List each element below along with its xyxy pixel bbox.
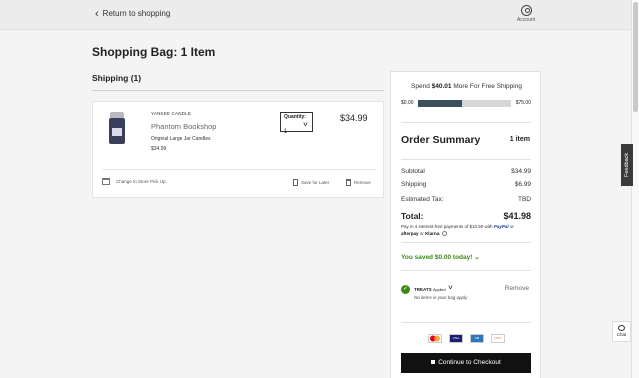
- order-summary-panel: Spend $40.01 More For Free Shipping $0.0…: [390, 71, 541, 378]
- chevron-down-icon: v: [303, 122, 308, 128]
- info-icon[interactable]: [441, 231, 447, 237]
- order-summary-title: Order Summary: [401, 134, 481, 146]
- chat-icon: [618, 325, 625, 331]
- divider: [401, 270, 531, 271]
- lock-icon: [431, 360, 436, 364]
- scrollbar-thumb[interactable]: [633, 2, 638, 112]
- account-icon: [520, 5, 532, 16]
- total-row: Total: $41.98: [401, 211, 531, 221]
- page-title: Shopping Bag: 1 Item: [92, 45, 216, 59]
- chat-button[interactable]: Chat: [612, 321, 631, 342]
- progress-min: $0.00: [401, 100, 414, 106]
- page-scrollbar[interactable]: [631, 0, 639, 378]
- divider: [401, 242, 531, 243]
- visa-icon: VISA: [449, 334, 463, 343]
- tax-row: Estimated Tax: TBD: [401, 196, 531, 203]
- divider: [92, 90, 384, 91]
- divider: [102, 169, 376, 170]
- quantity-select[interactable]: Quantity: 1 v: [280, 112, 313, 135]
- free-shipping-message: Spend $40.01 More For Free Shipping: [411, 83, 522, 90]
- subtotal-row: Subtotal $34.99: [401, 168, 531, 175]
- divider: [401, 322, 531, 323]
- item-count: 1 item: [509, 136, 530, 143]
- chat-label: Chat: [616, 332, 627, 337]
- store-pickup-link[interactable]: Change to Store Pick Up: [102, 178, 166, 185]
- payment-methods: VISA AM DISC: [428, 334, 505, 343]
- return-to-shopping-link[interactable]: ‹ Return to shopping: [95, 7, 171, 20]
- mastercard-icon: [428, 334, 442, 343]
- check-icon: ✓: [401, 285, 410, 294]
- chevron-down-icon: ⌄: [474, 254, 480, 261]
- progress-fill: [418, 100, 462, 107]
- treats-title: TREATS Applied: [414, 287, 446, 292]
- store-pickup-label: Change to Store Pick Up: [116, 179, 166, 184]
- product-brand: YANKEE CANDLE: [151, 111, 192, 116]
- treats-empty-message: No items in your bag apply: [414, 295, 468, 300]
- discover-icon: DISC: [491, 334, 505, 343]
- free-shipping-progress: $0.00 $75.00: [401, 99, 531, 108]
- bookmark-icon: [293, 179, 298, 186]
- product-name[interactable]: Phantom Bookshop: [151, 122, 216, 131]
- afterpay-logo: afterpay: [401, 231, 419, 236]
- account-button[interactable]: Account: [513, 5, 539, 23]
- account-label: Account: [516, 17, 536, 23]
- remove-item-label: Remove: [354, 180, 371, 185]
- paypal-logo: PayPal: [493, 224, 509, 229]
- savings-toggle[interactable]: You saved $0.00 today! ⌄: [401, 253, 480, 261]
- quantity-value: 1: [284, 129, 288, 135]
- product-image[interactable]: [107, 112, 127, 146]
- product-type: Original Large Jar Candles: [151, 136, 211, 142]
- quantity-label: Quantity:: [284, 114, 306, 120]
- amex-icon: AM: [470, 334, 484, 343]
- continue-to-checkout-button[interactable]: Continue to Checkout: [401, 353, 531, 373]
- product-unit-price: $34.99: [151, 146, 167, 152]
- remove-item-button[interactable]: Remove: [346, 179, 371, 186]
- return-to-shopping-label: Return to shopping: [102, 9, 171, 18]
- feedback-tab[interactable]: Feedback: [621, 144, 633, 186]
- progress-max: $75.00: [515, 100, 531, 106]
- treats-remove-button[interactable]: Remove: [505, 285, 529, 292]
- save-for-later-label: Save for Later: [301, 180, 330, 185]
- divider: [401, 122, 531, 123]
- chevron-down-icon[interactable]: v: [448, 285, 452, 291]
- cart-item-card: YANKEE CANDLE Phantom Bookshop Original …: [92, 101, 384, 198]
- chevron-left-icon: ‹: [95, 7, 99, 20]
- shipping-row: Shipping $6.99: [401, 181, 531, 188]
- line-price: $34.99: [340, 113, 368, 123]
- divider: [401, 159, 531, 160]
- klarna-logo: Klarna.: [425, 231, 441, 236]
- trash-icon: [346, 179, 351, 186]
- store-icon: [102, 178, 110, 185]
- top-bar: ‹ Return to shopping Account: [0, 0, 631, 30]
- treats-section: ✓ TREATS Applied v Remove No items in yo…: [401, 285, 531, 305]
- shipping-heading: Shipping (1): [92, 73, 142, 83]
- save-for-later-button[interactable]: Save for Later: [293, 179, 329, 186]
- installments-message: Pay in 4 interest-free payments of $10.5…: [401, 224, 514, 237]
